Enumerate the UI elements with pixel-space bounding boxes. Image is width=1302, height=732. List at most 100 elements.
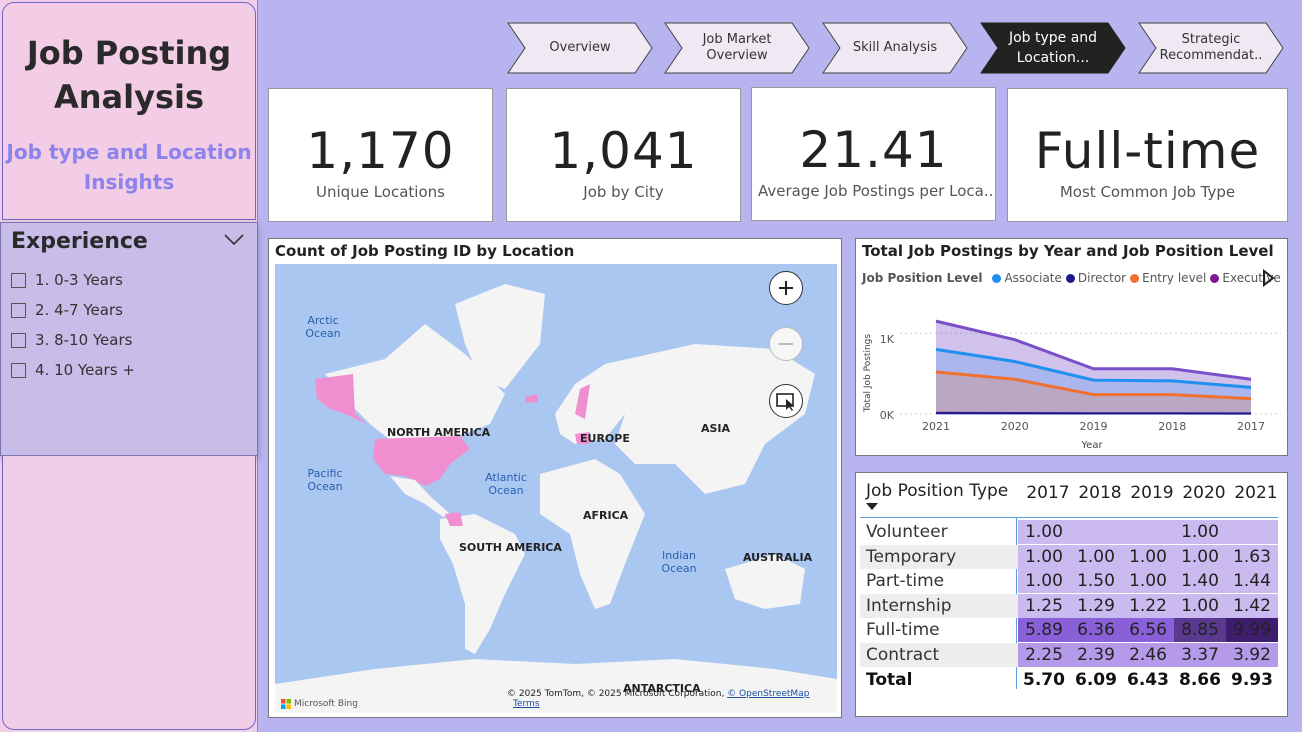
table-cell bbox=[1226, 520, 1278, 544]
kpi-most-common-job-type: Full-time Most Common Job Type bbox=[1007, 88, 1288, 222]
area-chart-title: Total Job Postings by Year and Job Posit… bbox=[862, 242, 1274, 260]
legend-dot bbox=[992, 273, 1002, 283]
ocean-label: Arctic Ocean bbox=[305, 314, 341, 340]
nav-label: Strategic Recommendat.. bbox=[1159, 32, 1263, 63]
continent-label: AFRICA bbox=[583, 509, 629, 522]
nav-job-market-overview[interactable]: Job Market Overview bbox=[664, 22, 810, 74]
table-cell: 1.63 bbox=[1226, 544, 1278, 569]
x-tick-label: 2019 bbox=[1080, 420, 1108, 433]
experience-option-4-7[interactable]: 2. 4-7 Years bbox=[11, 295, 135, 325]
map-visual: Count of Job Posting ID by Location NORT… bbox=[268, 238, 842, 718]
table-cell: 1.00 bbox=[1174, 544, 1226, 569]
checkbox[interactable] bbox=[11, 302, 26, 318]
x-tick-label: 2021 bbox=[922, 420, 950, 433]
row-label: Contract bbox=[866, 645, 940, 665]
experience-option-8-10[interactable]: 3. 8-10 Years bbox=[11, 325, 135, 355]
checkbox[interactable] bbox=[11, 272, 26, 288]
table-cell: 1.29 bbox=[1070, 593, 1122, 618]
table-row[interactable]: Part-time 1.00 1.50 1.00 1.40 1.44 bbox=[860, 569, 1278, 594]
nav-label: Job type and Location... bbox=[1008, 30, 1098, 66]
nav-overview[interactable]: Overview bbox=[507, 22, 653, 74]
legend-dot bbox=[1065, 273, 1075, 283]
table-row[interactable]: Full-time 5.89 6.36 6.56 8.85 9.99 bbox=[860, 618, 1278, 643]
table-cell: 1.50 bbox=[1070, 569, 1122, 594]
table-row[interactable]: Contract 2.25 2.39 2.46 3.37 3.92 bbox=[860, 643, 1278, 667]
continent-label: NORTH AMERICA bbox=[387, 426, 491, 439]
total-cell: 8.66 bbox=[1179, 669, 1221, 690]
plus-icon bbox=[779, 281, 793, 295]
chart-legend: Job Position Level Associate Director En… bbox=[862, 271, 1281, 285]
select-region-button[interactable] bbox=[769, 384, 803, 418]
table-cell: 1.00 bbox=[1174, 520, 1226, 544]
column-header[interactable]: 2017 bbox=[1022, 481, 1074, 505]
legend-item[interactable]: Director bbox=[1078, 271, 1126, 285]
table-cell: 6.56 bbox=[1122, 618, 1174, 643]
openstreetmap-link[interactable]: © OpenStreetMap bbox=[727, 689, 809, 699]
column-header[interactable]: 2018 bbox=[1074, 481, 1126, 505]
matrix-header: Job Position Type 2017 2018 2019 2020 20… bbox=[866, 481, 1282, 511]
matrix-row-header[interactable]: Job Position Type bbox=[866, 481, 1022, 511]
nav-skill-analysis[interactable]: Skill Analysis bbox=[822, 22, 968, 74]
continent-label: AUSTRALIA bbox=[743, 551, 813, 564]
kpi-value: Full-time bbox=[1034, 122, 1261, 180]
row-label: Part-time bbox=[866, 571, 945, 592]
area-chart-visual: Total Job Postings by Year and Job Posit… bbox=[855, 238, 1288, 456]
chevron-down-icon[interactable] bbox=[223, 231, 245, 247]
total-cell: 5.70 bbox=[1023, 669, 1065, 690]
nav-job-type-location[interactable]: Job type and Location... bbox=[980, 22, 1126, 74]
continent-label: SOUTH AMERICA bbox=[459, 541, 562, 554]
experience-option-label: 1. 0-3 Years bbox=[35, 271, 123, 289]
nav-label: Overview bbox=[549, 40, 611, 55]
legend-item[interactable]: Entry level bbox=[1142, 271, 1206, 285]
legend-title: Job Position Level bbox=[862, 271, 983, 285]
column-header[interactable]: 2021 bbox=[1230, 481, 1282, 505]
column-header[interactable]: 2020 bbox=[1178, 481, 1230, 505]
row-header-label: Job Position Type bbox=[866, 481, 1009, 501]
experience-option-label: 3. 8-10 Years bbox=[35, 331, 133, 349]
table-cell bbox=[1122, 520, 1174, 544]
ocean-label: Indian Ocean bbox=[661, 549, 697, 575]
kpi-unique-locations: 1,170 Unique Locations bbox=[268, 88, 493, 222]
nav-label: Skill Analysis bbox=[852, 40, 938, 55]
table-cell: 3.37 bbox=[1174, 643, 1226, 667]
experience-option-10-plus[interactable]: 4. 10 Years + bbox=[11, 355, 135, 385]
y-axis-label: Total Job Postings bbox=[863, 334, 873, 413]
bing-logo: Microsoft Bing bbox=[281, 699, 358, 709]
kpi-average-postings: 21.41 Average Job Postings per Loca... bbox=[751, 87, 996, 221]
south-america-shape bbox=[440, 514, 525, 654]
legend-item[interactable]: Associate bbox=[1004, 271, 1061, 285]
page-title: Job Posting Analysis bbox=[26, 34, 232, 116]
ocean-label: Atlantic Ocean bbox=[485, 471, 527, 497]
row-label: Volunteer bbox=[866, 522, 948, 542]
zoom-in-button[interactable] bbox=[769, 271, 803, 305]
checkbox[interactable] bbox=[11, 332, 26, 348]
terms-link[interactable]: Terms bbox=[513, 699, 540, 709]
sort-descending-icon[interactable] bbox=[866, 503, 878, 511]
nav-strategic-recommendations[interactable]: Strategic Recommendat.. bbox=[1138, 22, 1284, 74]
page-subtitle: Job type and Location Insights bbox=[6, 140, 252, 194]
kpi-job-by-city: 1,041 Job by City bbox=[506, 88, 741, 222]
legend-dot bbox=[1210, 273, 1220, 283]
kpi-value: 21.41 bbox=[799, 121, 948, 179]
sidebar-bottom-panel bbox=[2, 456, 256, 730]
legend-next-icon[interactable] bbox=[1261, 269, 1275, 287]
zoom-out-button[interactable] bbox=[769, 327, 803, 361]
table-cell: 1.40 bbox=[1174, 569, 1226, 594]
sidebar: Job Posting Analysis Job type and Locati… bbox=[0, 0, 258, 732]
table-row[interactable]: Volunteer 1.00 1.00 bbox=[860, 520, 1278, 544]
total-label: Total bbox=[866, 669, 913, 690]
table-row[interactable]: Internship 1.25 1.29 1.22 1.00 1.42 bbox=[860, 593, 1278, 618]
experience-option-0-3[interactable]: 1. 0-3 Years bbox=[11, 265, 135, 295]
table-row[interactable]: Temporary 1.00 1.00 1.00 1.00 1.63 bbox=[860, 544, 1278, 569]
table-cell: 1.00 bbox=[1070, 544, 1122, 569]
table-cell: 2.25 bbox=[1018, 643, 1070, 667]
column-header[interactable]: 2019 bbox=[1126, 481, 1178, 505]
total-cell: 6.43 bbox=[1127, 669, 1169, 690]
y-tick-label: 0K bbox=[880, 409, 895, 422]
x-axis-label: Year bbox=[1080, 440, 1103, 451]
table-cell: 1.25 bbox=[1018, 593, 1070, 618]
table-cell: 1.00 bbox=[1122, 569, 1174, 594]
asia-shape bbox=[605, 344, 815, 494]
checkbox[interactable] bbox=[11, 362, 26, 378]
map-canvas[interactable]: NORTH AMERICA EUROPE ASIA AFRICA SOUTH A… bbox=[275, 264, 837, 713]
